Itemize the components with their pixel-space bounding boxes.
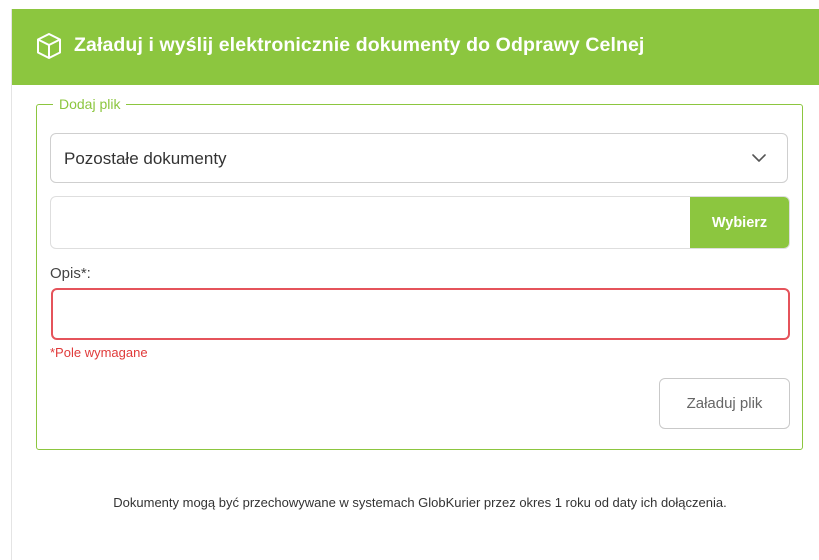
retention-note: Dokumenty mogą być przechowywane w syste… — [113, 495, 727, 510]
chevron-down-icon — [752, 154, 766, 162]
card-header: Załaduj i wyślij elektronicznie dokument… — [12, 9, 819, 85]
upload-file-button[interactable]: Załaduj plik — [659, 378, 790, 429]
document-type-select[interactable]: Pozostałe dokumenty — [50, 133, 788, 183]
description-label: Opis*: — [50, 265, 91, 282]
description-input[interactable] — [51, 288, 790, 340]
file-name-field[interactable] — [51, 197, 691, 248]
document-type-value: Pozostałe dokumenty — [64, 149, 227, 168]
choose-file-button[interactable]: Wybierz — [690, 197, 789, 248]
required-field-error: *Pole wymagane — [50, 345, 148, 360]
page-title: Załaduj i wyślij elektronicznie dokument… — [74, 34, 645, 56]
add-file-legend: Dodaj plik — [53, 96, 127, 112]
cube-icon — [37, 33, 61, 59]
file-picker: Wybierz — [50, 196, 790, 249]
